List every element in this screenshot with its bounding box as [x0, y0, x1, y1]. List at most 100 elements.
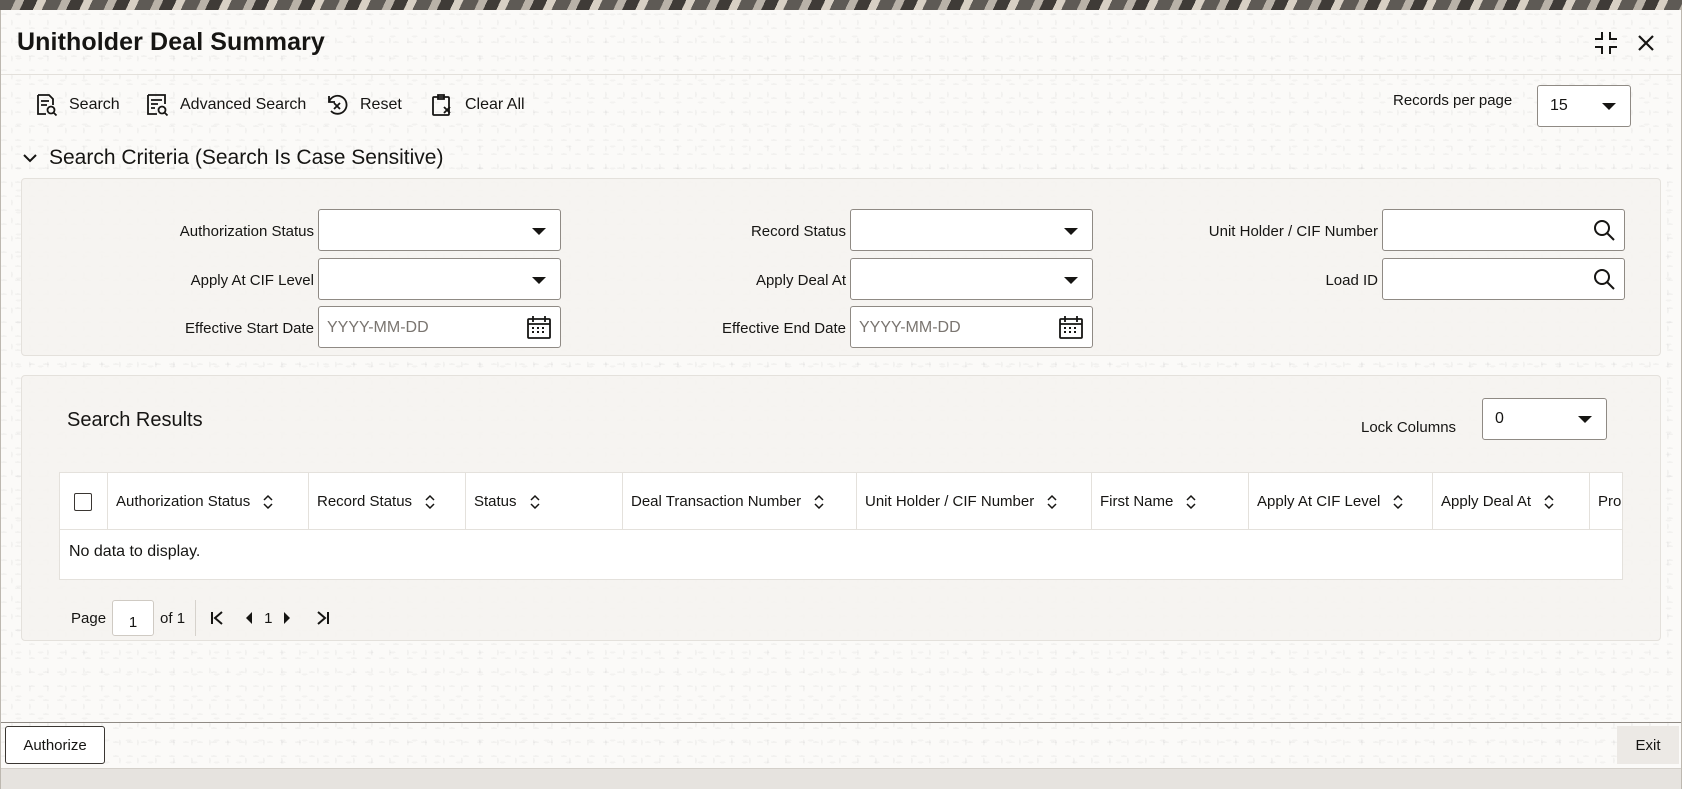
search-doc-icon	[37, 94, 58, 117]
current-page-number: 1	[264, 609, 273, 627]
status-bar	[1, 768, 1681, 789]
records-per-page-label: Records per page	[1393, 92, 1513, 109]
first-page-icon[interactable]	[206, 606, 228, 630]
sort-icon[interactable]	[1185, 494, 1197, 510]
column-header[interactable]: Authorization Status	[108, 473, 309, 530]
summary-window: Unitholder Deal Summary Search Advanced …	[0, 10, 1682, 789]
empty-table-message: No data to display.	[69, 543, 201, 560]
previous-page-icon[interactable]	[238, 606, 260, 630]
column-header[interactable]: Pro	[1590, 473, 1622, 530]
lock-columns-select[interactable]: 0	[1482, 398, 1607, 440]
authorization-status-select[interactable]	[318, 209, 561, 251]
column-header[interactable]: First Name	[1092, 473, 1249, 530]
calendar-icon[interactable]	[1058, 315, 1084, 346]
load-id-label: Load ID	[1325, 272, 1378, 289]
clipboard-clear-icon	[432, 94, 451, 116]
chevron-down-icon	[1602, 103, 1616, 110]
column-header[interactable]: Status	[466, 473, 623, 530]
sort-icon[interactable]	[529, 494, 541, 510]
sort-icon[interactable]	[813, 494, 825, 510]
search-icon[interactable]	[1592, 218, 1616, 247]
effective-end-date-input[interactable]: YYYY-MM-DD	[850, 306, 1093, 348]
close-icon[interactable]	[1631, 28, 1661, 58]
column-header-label: Record Status	[317, 493, 413, 510]
chevron-down-icon	[532, 228, 546, 235]
column-header-label: Status	[474, 493, 517, 510]
column-header-label: First Name	[1100, 493, 1174, 510]
lock-columns-label: Lock Columns	[1361, 419, 1457, 436]
search-results-title: Search Results	[67, 409, 203, 431]
chevron-down-icon	[1064, 228, 1078, 235]
column-header[interactable]: Record Status	[309, 473, 466, 530]
lock-columns-value: 0	[1495, 410, 1504, 427]
results-table: Authorization Status Record Status Statu…	[59, 472, 1623, 580]
sort-icon[interactable]	[424, 494, 436, 510]
search-button-label: Search	[69, 96, 120, 113]
search-button[interactable]: Search	[33, 85, 120, 125]
table-header: Authorization Status Record Status Statu…	[60, 473, 1622, 530]
page-number-input[interactable]: 1	[112, 600, 155, 636]
reset-label: Reset	[360, 96, 402, 113]
column-header-label: Pro	[1598, 493, 1622, 510]
next-page-icon[interactable]	[276, 606, 298, 630]
column-header[interactable]: Apply At CIF Level	[1249, 473, 1433, 530]
records-per-page-value: 15	[1550, 97, 1568, 114]
record-status-select[interactable]	[850, 209, 1093, 251]
column-header[interactable]: Deal Transaction Number	[623, 473, 857, 530]
search-icon[interactable]	[1592, 267, 1616, 296]
chevron-down-icon	[1064, 277, 1078, 284]
column-header-label: Apply At CIF Level	[1257, 493, 1381, 510]
chevron-down-icon	[532, 277, 546, 284]
page-of-label: of 1	[160, 609, 186, 627]
window-header: Unitholder Deal Summary	[1, 10, 1681, 75]
sort-icon[interactable]	[1543, 494, 1555, 510]
pager-divider	[195, 600, 197, 636]
advanced-search-icon	[147, 94, 169, 117]
exit-button[interactable]: Exit	[1617, 726, 1679, 764]
column-header-label: Unit Holder / CIF Number	[865, 493, 1035, 510]
reset-icon	[328, 94, 348, 115]
date-placeholder: YYYY-MM-DD	[327, 319, 429, 336]
column-header-label: Deal Transaction Number	[631, 493, 802, 510]
select-all-checkbox[interactable]	[74, 493, 92, 511]
search-criteria-toggle[interactable]: Search Criteria (Search Is Case Sensitiv…	[23, 143, 443, 173]
sort-icon[interactable]	[1046, 494, 1058, 510]
apply-deal-at-select[interactable]	[850, 258, 1093, 300]
select-all-cell	[60, 473, 108, 530]
apply-deal-at-label: Apply Deal At	[755, 272, 846, 289]
chevron-down-icon	[23, 154, 37, 163]
apply-at-cif-label: Apply At CIF Level	[190, 272, 314, 289]
calendar-icon[interactable]	[526, 315, 552, 346]
records-per-page-select[interactable]: 15	[1537, 85, 1631, 127]
column-header[interactable]: Unit Holder / CIF Number	[857, 473, 1092, 530]
chevron-down-icon	[1578, 416, 1592, 423]
column-header[interactable]: Apply Deal At	[1433, 473, 1590, 530]
effective-start-date-input[interactable]: YYYY-MM-DD	[318, 306, 561, 348]
advanced-search-button[interactable]: Advanced Search	[144, 85, 306, 125]
search-criteria-heading: Search Criteria (Search Is Case Sensitiv…	[49, 146, 444, 169]
page-label: Page	[71, 609, 107, 627]
reset-button[interactable]: Reset	[324, 85, 402, 125]
unit-holder-label: Unit Holder / CIF Number	[1208, 223, 1378, 240]
apply-at-cif-select[interactable]	[318, 258, 561, 300]
pagination: Page 1 of 1 1	[59, 600, 334, 636]
date-placeholder: YYYY-MM-DD	[859, 319, 961, 336]
column-header-label: Apply Deal At	[1441, 493, 1532, 510]
clear-all-label: Clear All	[465, 96, 525, 113]
maximize-icon[interactable]	[1591, 28, 1621, 58]
effective-end-label: Effective End Date	[722, 320, 846, 337]
background-banner-strip	[0, 0, 1682, 10]
load-id-input[interactable]	[1382, 258, 1625, 300]
last-page-icon[interactable]	[312, 606, 334, 630]
record-status-label: Record Status	[750, 223, 846, 240]
page-title: Unitholder Deal Summary	[17, 28, 325, 56]
clear-all-button[interactable]: Clear All	[429, 85, 525, 125]
unit-holder-input[interactable]	[1382, 209, 1625, 251]
advanced-search-label: Advanced Search	[180, 96, 307, 113]
search-criteria-panel: Authorization Status Record Status Unit …	[21, 178, 1661, 356]
sort-icon[interactable]	[262, 494, 274, 510]
sort-icon[interactable]	[1392, 494, 1404, 510]
effective-start-label: Effective Start Date	[185, 320, 314, 337]
column-header-label: Authorization Status	[116, 493, 251, 510]
authorize-button[interactable]: Authorize	[5, 726, 105, 764]
